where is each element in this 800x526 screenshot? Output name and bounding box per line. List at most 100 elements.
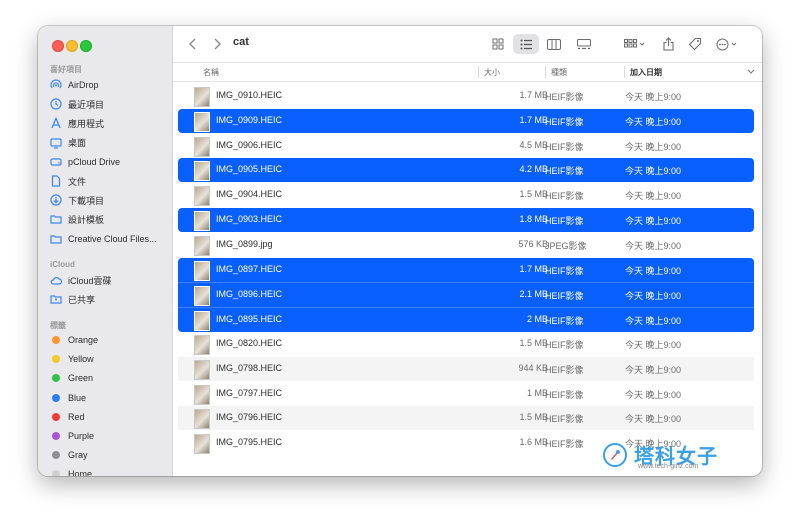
file-size: 576 KB [518,238,548,249]
file-date-added: 今天 晚上9:00 [625,265,682,276]
more-actions-button[interactable] [713,34,743,54]
tag-gray[interactable]: Gray [46,446,166,464]
back-button[interactable] [185,34,201,54]
file-row[interactable]: IMG_0797.HEIC 1 MB HEIF影像 今天 晚上9:00 [178,382,754,406]
file-name: IMG_0899.jpg [216,238,273,249]
window-title: cat [233,36,249,48]
tag-label: Orange [68,335,99,345]
tag-purple[interactable]: Purple [46,427,166,445]
file-row[interactable]: IMG_0796.HEIC 1.5 MB HEIF影像 今天 晚上9:00 [178,406,754,431]
file-size: 1.7 MB [519,114,548,125]
sidebar-item-[interactable]: 最近項目 [46,95,166,113]
file-date-added: 今天 晚上9:00 [625,191,682,202]
share-button[interactable] [658,34,678,54]
tag-color-dot [52,336,60,344]
gallery-view-button[interactable] [571,34,597,54]
file-kind: HEIF影像 [545,340,584,350]
tag-blue[interactable]: Blue [46,389,166,407]
finder-window: 喜好項目 AirDrop 最近項目 應用程式 桌面 pCloud Drive 文件 下載項目… [38,26,762,476]
sort-chevron-icon[interactable] [747,69,755,75]
column-divider[interactable] [478,66,479,78]
file-row[interactable]: IMG_0903.HEIC 1.8 MB HEIF影像 今天 晚上9:00 [178,208,754,232]
tag-label: Green [68,373,94,384]
file-row[interactable]: IMG_0897.HEIC 1.7 MB HEIF影像 今天 晚上9:00 [178,257,754,282]
icon-view-button[interactable] [485,34,511,54]
column-header: 名稱 大小 種類 加入日期 [173,63,762,82]
file-kind: HEIF影像 [545,291,584,302]
image-thumbnail-icon [194,186,210,207]
file-name: IMG_0820.HEIC [216,338,283,348]
sidebar-item-icloud[interactable]: iCloud雲碟 [46,271,166,289]
file-row[interactable]: IMG_0820.HEIC 1.5 MB HEIF影像 今天 晚上9:00 [178,332,754,356]
sidebar-item-[interactable]: 應用程式 [46,114,166,132]
sidebar-item-[interactable]: 文件 [46,172,166,190]
file-size: 4.5 MB [519,139,548,150]
file-row[interactable]: IMG_0896.HEIC 2.1 MB HEIF影像 今天 晚上9:00 [178,282,754,308]
tag-home[interactable]: Home [46,465,166,476]
tag-yellow[interactable]: Yellow [46,350,166,368]
column-kind-header[interactable]: 種類 [551,67,567,78]
sidebar-item-[interactable]: 下載項目 [46,191,166,209]
sidebar-item-[interactable]: 桌面 [46,134,166,152]
image-thumbnail-icon [194,161,210,182]
zoom-window-button[interactable] [80,40,92,52]
file-row[interactable]: IMG_0910.HEIC 1.7 MB HEIF影像 今天 晚上9:00 [178,84,754,108]
file-date-added: 今天 晚上9:00 [625,92,682,102]
image-thumbnail-icon [194,311,210,332]
file-row[interactable]: IMG_0905.HEIC 4.2 MB HEIF影像 今天 晚上9:00 [178,158,754,183]
tag-button[interactable] [685,34,705,54]
file-name: IMG_0798.HEIC [216,362,283,373]
list-view-button[interactable] [513,34,539,54]
sidebar-item-creative-cloud-files[interactable]: Creative Cloud Files... [46,230,166,248]
group-button[interactable] [621,34,649,54]
column-date-header[interactable]: 加入日期 [630,67,662,78]
file-date-added: 今天 晚上9:00 [625,166,682,177]
sidebar-item-airdrop[interactable]: AirDrop [46,76,166,94]
file-row[interactable]: IMG_0798.HEIC 944 KB HEIF影像 今天 晚上9:00 [178,356,754,381]
image-thumbnail-icon [194,235,210,256]
tag-orange[interactable]: Orange [46,331,166,349]
toolbar: cat [173,26,762,63]
gallery-icon [577,38,591,49]
column-divider[interactable] [545,66,546,78]
tag-green[interactable]: Green [46,369,166,387]
tag-red[interactable]: Red [46,408,166,426]
tag-label: Purple [68,431,95,441]
file-row[interactable]: IMG_0906.HEIC 4.5 MB HEIF影像 今天 晚上9:00 [178,134,754,158]
file-kind: HEIF影像 [545,141,584,152]
drive-icon [50,158,62,166]
image-thumbnail-icon [194,434,210,455]
file-name: IMG_0895.HEIC [216,314,283,325]
tag-label: Blue [68,392,87,403]
forward-button[interactable] [209,34,225,54]
tags-section-title: 標籤 [50,321,66,330]
file-date-added: 今天 晚上9:00 [625,141,682,152]
sidebar-item-[interactable]: 已共享 [46,290,166,308]
ellipsis-circle-icon [716,38,737,50]
file-row[interactable]: IMG_0895.HEIC 2 MB HEIF影像 今天 晚上9:00 [178,307,754,333]
column-view-button[interactable] [541,34,567,54]
sidebar-item-[interactable]: 設計模板 [46,210,166,228]
sidebar-item-pcloud-drive[interactable]: pCloud Drive [46,153,166,171]
download-icon [50,194,62,206]
close-window-button[interactable] [52,40,64,52]
drive-icon [50,156,62,168]
file-row[interactable]: IMG_0909.HEIC 1.7 MB HEIF影像 今天 晚上9:00 [178,108,754,133]
sidebar-item-label: pCloud Drive [68,156,121,167]
file-name: IMG_0896.HEIC [216,289,283,300]
chevron-right-icon [214,38,221,50]
cloud-icon [50,276,62,285]
file-row[interactable]: IMG_0899.jpg 576 KB JPEG影像 今天 晚上9:00 [178,233,754,257]
file-name: IMG_0905.HEIC [216,164,283,175]
minimize-window-button[interactable] [66,40,78,52]
file-date-added: 今天 晚上9:00 [625,316,682,327]
file-kind: HEIF影像 [545,414,584,425]
shared-folder-icon [50,293,62,305]
column-size-header[interactable]: 大小 [484,67,500,78]
column-divider[interactable] [624,66,625,78]
column-name-header[interactable]: 名稱 [203,67,219,78]
file-name: IMG_0909.HEIC [216,114,283,125]
folder-icon [50,213,62,225]
file-kind: HEIF影像 [545,92,584,102]
file-row[interactable]: IMG_0904.HEIC 1.5 MB HEIF影像 今天 晚上9:00 [178,183,754,207]
